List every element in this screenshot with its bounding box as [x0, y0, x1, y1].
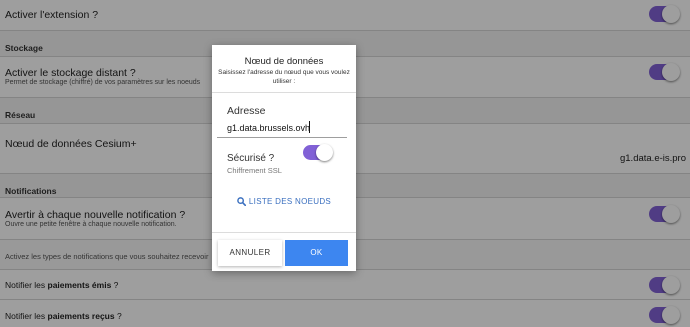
search-icon — [237, 197, 247, 207]
toggle-knob — [316, 144, 333, 161]
ok-button[interactable]: OK — [285, 240, 348, 266]
address-label: Adresse — [227, 105, 266, 117]
text-caret — [309, 121, 310, 133]
dialog-footer-divider — [212, 232, 356, 233]
secure-label: Sécurisé ? — [227, 153, 275, 164]
dialog-message: Saisissez l'adresse du nœud que vous vou… — [218, 69, 350, 85]
cancel-button[interactable]: ANNULER — [218, 240, 282, 266]
node-list-button[interactable]: LISTE DES NOEUDS — [212, 197, 356, 207]
node-list-label: LISTE DES NOEUDS — [248, 197, 332, 206]
dialog-divider — [212, 92, 356, 93]
data-node-dialog: Nœud de données Saisissez l'adresse du n… — [212, 45, 356, 271]
secure-toggle[interactable] — [303, 144, 333, 161]
address-underline — [217, 137, 347, 138]
dialog-title: Nœud de données — [244, 56, 324, 67]
secure-sublabel: Chiffrement SSL — [227, 166, 282, 175]
address-input[interactable] — [227, 121, 347, 135]
